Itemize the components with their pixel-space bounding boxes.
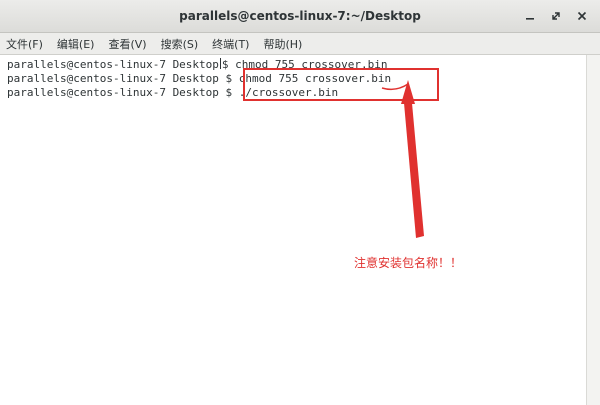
vertical-scrollbar[interactable]	[586, 55, 600, 405]
window-title: parallels@centos-linux-7:~/Desktop	[179, 9, 421, 23]
close-button[interactable]	[572, 6, 592, 26]
close-icon	[577, 11, 587, 21]
menu-bar: 文件(F) 编辑(E) 查看(V) 搜索(S) 终端(T) 帮助(H)	[0, 33, 600, 55]
maximize-button[interactable]	[546, 6, 566, 26]
highlight-box	[243, 68, 439, 101]
title-bar[interactable]: parallels@centos-linux-7:~/Desktop	[0, 0, 600, 33]
text-cursor	[219, 58, 221, 69]
menu-view[interactable]: 查看(V)	[108, 36, 146, 52]
minimize-button[interactable]	[520, 6, 540, 26]
terminal-prompt: parallels@centos-linux-7 Desktop	[7, 86, 219, 99]
terminal-window: parallels@centos-linux-7:~/Desktop 文件(F)…	[0, 0, 600, 405]
maximize-icon	[552, 12, 560, 20]
menu-edit[interactable]: 编辑(E)	[57, 36, 95, 52]
menu-terminal[interactable]: 终端(T)	[212, 36, 249, 52]
menu-file[interactable]: 文件(F)	[6, 36, 43, 52]
terminal-output[interactable]: parallels@centos-linux-7 Desktop $ chmod …	[0, 55, 586, 405]
menu-help[interactable]: 帮助(H)	[263, 36, 302, 52]
terminal-prompt: parallels@centos-linux-7 Desktop	[7, 72, 219, 85]
menu-search[interactable]: 搜索(S)	[161, 36, 199, 52]
annotation-note: 注意安装包名称！！	[354, 256, 463, 270]
terminal-prompt: parallels@centos-linux-7 Desktop	[7, 58, 219, 71]
minimize-icon	[526, 18, 534, 20]
